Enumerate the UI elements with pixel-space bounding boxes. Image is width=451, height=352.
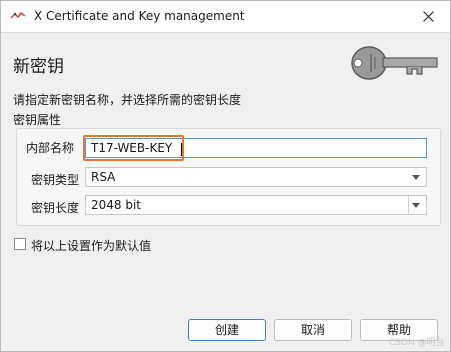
internal-name-label: 内部名称 xyxy=(26,141,75,155)
key-length-combo[interactable]: 2048 bit xyxy=(85,195,427,215)
dialog-description: 请指定新密钥名称，并选择所需的密钥长度 xyxy=(13,93,242,107)
window-title: X Certificate and Key management xyxy=(34,9,245,23)
key-type-select[interactable]: RSA xyxy=(85,167,427,187)
chevron-down-icon[interactable] xyxy=(412,203,420,208)
dialog-heading: 新密钥 xyxy=(13,57,64,77)
key-length-label: 密钥长度 xyxy=(31,201,80,215)
title-bar: X Certificate and Key management xyxy=(1,1,450,33)
key-length-value: 2048 bit xyxy=(91,198,142,212)
key-icon xyxy=(351,46,438,80)
remember-default-label[interactable]: 将以上设置作为默认值 xyxy=(31,237,151,254)
new-key-dialog: X Certificate and Key management 新密钥 请指定… xyxy=(0,0,451,352)
key-type-value: RSA xyxy=(91,170,116,184)
create-button[interactable]: 创建 xyxy=(188,319,266,341)
chevron-down-icon xyxy=(412,175,420,180)
close-icon xyxy=(422,11,434,22)
watermark: CSDN @明台 xyxy=(389,338,445,348)
xca-app-icon xyxy=(10,12,26,19)
section-label: 密钥属性 xyxy=(13,113,62,127)
remember-default-checkbox[interactable] xyxy=(14,238,26,250)
close-button[interactable] xyxy=(406,1,450,32)
key-type-label: 密钥类型 xyxy=(31,173,80,187)
cancel-button[interactable]: 取消 xyxy=(274,319,352,341)
combo-divider xyxy=(408,196,409,214)
focus-highlight xyxy=(83,135,184,161)
text-caret xyxy=(181,143,182,156)
